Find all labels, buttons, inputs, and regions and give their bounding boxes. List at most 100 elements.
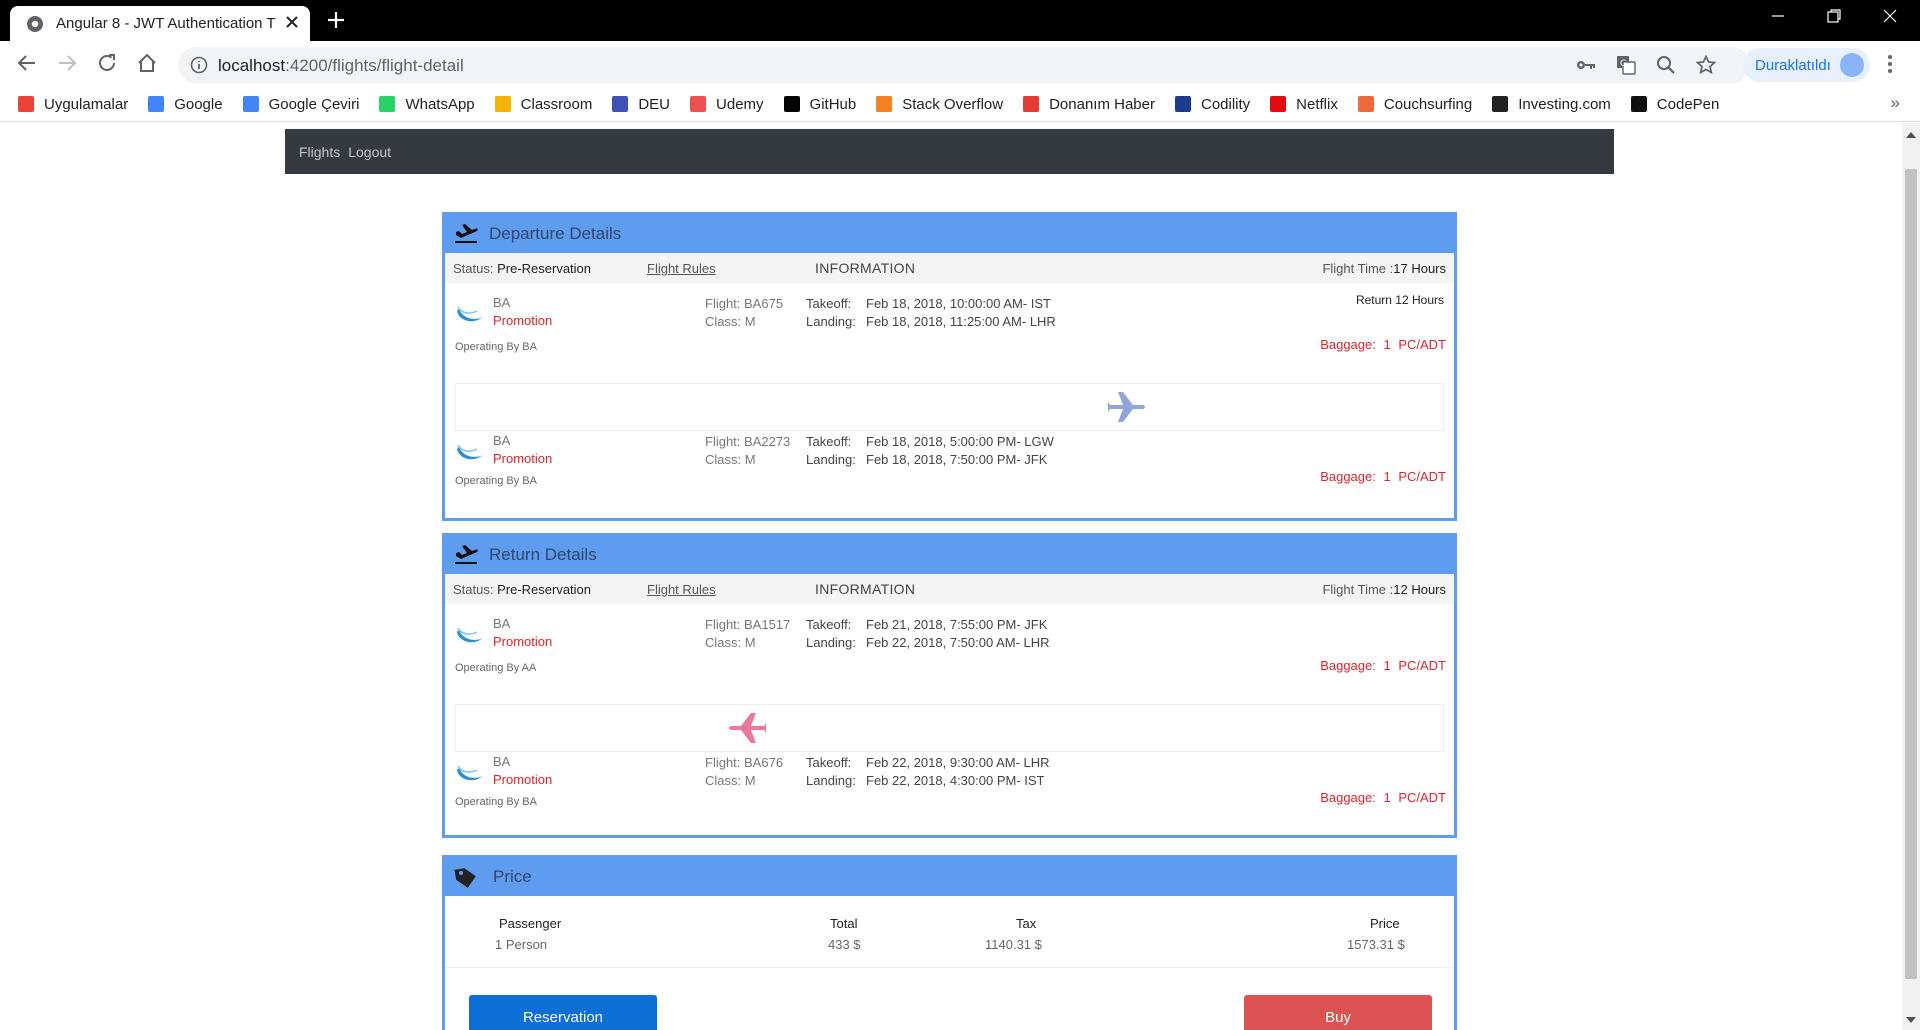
reservation-button[interactable]: Reservation (469, 995, 657, 1030)
flight-leg: BA Promotion Operating By BA Flight: BA675 C… (445, 283, 1454, 383)
fare-type: Promotion (493, 451, 553, 466)
bookmark-item[interactable]: Couchsurfing (1357, 96, 1472, 113)
bookmark-item[interactable]: Google Çeviri (242, 96, 359, 113)
bookmark-item[interactable]: WhatsApp (379, 96, 475, 113)
airplane-icon (726, 711, 766, 745)
apps-grid-icon (18, 96, 34, 112)
bookmark-item[interactable]: GitHub (783, 96, 856, 113)
flight-number-column: Flight: BA1517 Class: M (705, 616, 790, 652)
takeoff-label: Takeoff: (806, 296, 852, 311)
tab-close-icon[interactable] (284, 14, 300, 30)
tax-value: 1140.31 $ (985, 937, 1042, 952)
bookmark-item[interactable]: Classroom (494, 96, 592, 113)
baggage-allowance: Baggage: 1 PC/ADT (1320, 469, 1446, 484)
back-arrow-icon[interactable] (16, 52, 38, 74)
translate-icon (242, 96, 259, 112)
restore-icon[interactable] (1826, 8, 1842, 24)
bookmark-item[interactable]: DEU (612, 96, 670, 113)
flight-class: Class: M (705, 452, 756, 467)
price-card: Price Passenger Total Tax Price 1 Person… (442, 855, 1457, 1030)
landing-label: Landing: (806, 314, 856, 329)
information-heading: INFORMATION (815, 260, 916, 276)
bookmark-label: Udemy (716, 95, 764, 113)
info-icon[interactable] (190, 56, 208, 74)
investing-icon (1492, 96, 1509, 112)
tax-header: Tax (1016, 916, 1037, 931)
browser-tab[interactable]: Angular 8 - JWT Authentication T (10, 6, 310, 41)
flight-number-column: Flight: BA675 Class: M (705, 295, 783, 331)
baggage-value: 1 PC/ADT (1383, 790, 1446, 805)
nav-logout-link[interactable]: Logout (348, 144, 391, 160)
deu-icon (612, 96, 629, 112)
scroll-up-arrow-icon[interactable] (1906, 131, 1916, 139)
time-labels-column: Takeoff: Landing: (806, 754, 856, 790)
status-value: Pre-Reservation (497, 582, 592, 597)
svg-text:G: G (1620, 59, 1627, 69)
close-window-icon[interactable] (1882, 8, 1898, 24)
home-icon[interactable] (136, 52, 158, 74)
bookmark-item[interactable]: Google (148, 95, 223, 113)
scroll-thumb[interactable] (1905, 169, 1917, 979)
bookmark-item[interactable]: Codility (1174, 95, 1251, 113)
flight-leg: BA Promotion Operating By BA Flight: BA2273… (445, 431, 1454, 517)
return-duration-note: Return 12 Hours (1355, 293, 1444, 307)
airline-code: BA (493, 616, 511, 631)
baggage-label: Baggage: (1320, 658, 1376, 673)
buy-button[interactable]: Buy (1244, 995, 1432, 1030)
profile-label: Duraklatıldı (1755, 56, 1831, 74)
british-airways-logo-icon (455, 620, 485, 646)
bookmark-star-icon[interactable] (1696, 55, 1716, 75)
status-label: Status: (453, 261, 494, 276)
app-navbar: Flights Logout (285, 129, 1614, 174)
url-text[interactable]: localhost:4200/flights/flight-detail (218, 56, 464, 76)
nav-flights-link[interactable]: Flights (299, 144, 340, 160)
flight-time-value: 17 Hours (1393, 261, 1446, 276)
flight-number-column: Flight: BA2273 Class: M (705, 433, 790, 469)
takeoff-time: Feb 18, 2018, 5:00:00 PM- LGW (866, 434, 1054, 449)
bookmark-label: Codility (1200, 95, 1251, 113)
bookmark-label: Donanım Haber (1049, 95, 1155, 113)
bookmark-label: Google (174, 95, 223, 113)
takeoff-label: Takeoff: (806, 434, 852, 449)
address-bar[interactable]: localhost:4200/flights/flight-detail G (178, 47, 1750, 83)
total-value: 433 $ (828, 937, 861, 952)
reload-icon[interactable] (96, 52, 118, 74)
price-card-header: Price (445, 858, 1454, 896)
page-scrollbar[interactable] (1902, 123, 1920, 1030)
github-icon (783, 96, 800, 112)
leg-divider (455, 383, 1444, 431)
passenger-header: Passenger (499, 916, 562, 931)
airline-code: BA (493, 754, 511, 769)
key-icon[interactable] (1576, 56, 1596, 74)
zoom-icon[interactable] (1656, 55, 1676, 75)
bookmark-item[interactable]: Netflix (1270, 96, 1338, 113)
minimize-icon[interactable] (1770, 8, 1786, 24)
bookmark-item[interactable]: Udemy (690, 96, 764, 113)
british-airways-logo-icon (455, 758, 485, 784)
avatar (1840, 53, 1864, 77)
bookmarks-bar: Uygulamalar Google Google Çeviri WhatsApp Cl… (0, 87, 1920, 122)
bookmarks-overflow-icon[interactable]: » (1891, 93, 1900, 113)
flight-rules-link[interactable]: Flight Rules (647, 261, 716, 276)
baggage-allowance: Baggage: 1 PC/ADT (1320, 337, 1446, 352)
bookmark-item[interactable]: Uygulamalar (18, 96, 128, 113)
bookmark-item[interactable]: Donanım Haber (1023, 96, 1155, 113)
translate-page-icon[interactable]: G (1616, 55, 1636, 75)
bookmark-item[interactable]: CodePen (1630, 96, 1719, 113)
flight-rules-link[interactable]: Flight Rules (647, 582, 716, 597)
airplane-takeoff-icon (453, 543, 479, 567)
url-host: localhost (218, 56, 286, 75)
time-values-column: Feb 22, 2018, 9:30:00 AM- LHR Feb 22, 201… (866, 754, 1050, 790)
flight-time-label: Flight Time : (1322, 582, 1394, 597)
profile-button[interactable]: Duraklatıldı (1743, 48, 1870, 82)
menu-kebab-icon[interactable] (1886, 53, 1894, 75)
scroll-down-arrow-icon[interactable] (1906, 1016, 1916, 1024)
bookmark-label: Netflix (1296, 95, 1338, 113)
new-tab-icon[interactable] (326, 10, 346, 30)
flight-number: Flight: BA2273 (705, 434, 791, 449)
bookmark-item[interactable]: Stack Overflow (876, 96, 1003, 113)
forward-arrow-icon[interactable] (56, 52, 78, 74)
baggage-value: 1 PC/ADT (1383, 337, 1446, 352)
bookmark-item[interactable]: Investing.com (1492, 96, 1611, 113)
flight-leg: BA Promotion Operating By AA Flight: BA1517… (445, 604, 1454, 704)
